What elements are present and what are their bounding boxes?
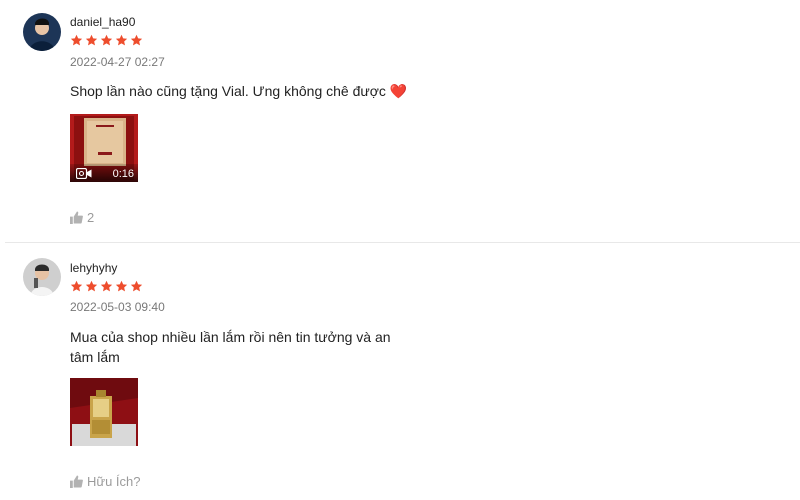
review-comment: Shop lần nào cũng tặng Vial. Ưng không c…	[70, 83, 408, 99]
review-username: daniel_ha90	[70, 15, 136, 29]
perfume-bottle-image	[70, 378, 138, 446]
helpful-button[interactable]: Hữu Ích?	[70, 474, 141, 489]
review-username: lehyhyhy	[70, 261, 118, 275]
user-avatar[interactable]	[23, 258, 61, 296]
star-icon	[130, 280, 143, 293]
review-video-thumbnail[interactable]: 0:16	[70, 114, 138, 182]
star-icon	[100, 280, 113, 293]
review-divider	[5, 242, 800, 243]
avatar-icon	[23, 258, 61, 296]
video-overlay: 0:16	[70, 164, 138, 182]
review-timestamp: 2022-05-03 09:40	[70, 300, 165, 314]
review-image-thumbnail[interactable]	[70, 378, 138, 446]
star-icon	[85, 34, 98, 47]
star-rating	[70, 34, 143, 47]
helpful-label: Hữu Ích?	[87, 474, 141, 489]
video-duration: 0:16	[112, 168, 134, 180]
like-count: 2	[87, 210, 95, 225]
star-icon	[70, 34, 83, 47]
thumbs-up-icon	[70, 211, 83, 224]
star-icon	[100, 34, 113, 47]
video-camera-icon	[76, 168, 92, 179]
star-icon	[130, 34, 143, 47]
user-avatar[interactable]	[23, 13, 61, 51]
like-button[interactable]: 2	[70, 210, 94, 225]
review-timestamp: 2022-04-27 02:27	[70, 55, 165, 69]
star-icon	[115, 34, 128, 47]
star-icon	[70, 280, 83, 293]
avatar-icon	[23, 13, 61, 51]
star-icon	[85, 280, 98, 293]
thumbs-up-icon	[70, 475, 83, 488]
review-comment: Mua của shop nhiều lần lắm rồi nên tin t…	[70, 329, 391, 365]
star-rating	[70, 280, 143, 293]
star-icon	[115, 280, 128, 293]
